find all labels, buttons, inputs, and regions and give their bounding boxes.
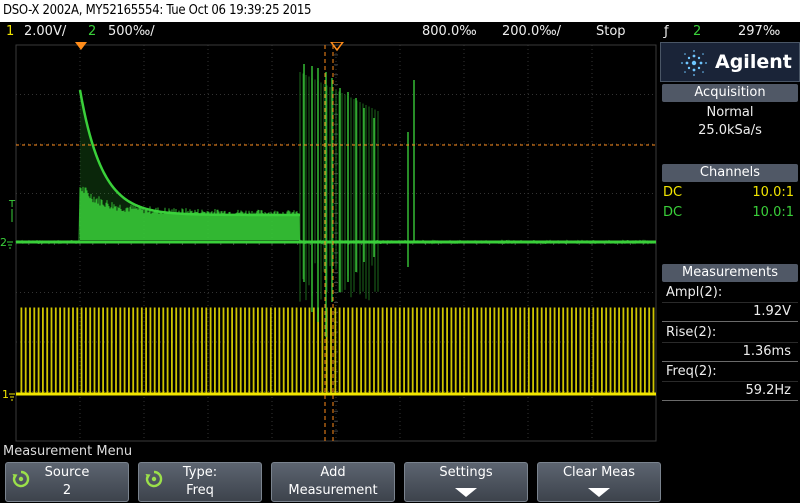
waveform-display[interactable]: 1 2 T: [0, 42, 660, 442]
title-bar: DSO-X 2002A, MY52165554: Tue Oct 06 19:3…: [0, 0, 800, 22]
side-panel: Agilent Acquisition Normal 25.0kSa/s Cha…: [660, 42, 800, 442]
run-state[interactable]: Stop: [596, 22, 626, 42]
measurement-box-rise: 1.36ms: [662, 342, 798, 362]
measurement-label-rise: Rise(2):: [666, 325, 717, 340]
ch2-probe: 10.0:1: [752, 205, 794, 220]
measurement-box-freq: 59.2Hz: [662, 381, 798, 401]
measurement-label-ampl: Ampl(2):: [666, 285, 723, 300]
ch1-coupling: DC: [663, 185, 683, 200]
type-softkey-value: Freq: [186, 483, 214, 498]
submenu-arrow-icon: [455, 488, 477, 497]
sample-rate: 25.0kSa/s: [698, 123, 762, 138]
agilent-spark-icon: [681, 50, 707, 76]
add-softkey-label: Add: [320, 465, 346, 480]
acquisition-mode: Normal: [706, 105, 754, 120]
settings-softkey[interactable]: Settings: [404, 462, 528, 502]
clear-meas-softkey-label: Clear Meas: [562, 465, 636, 480]
channels-header[interactable]: Channels: [662, 164, 798, 182]
source-softkey-label: Source: [44, 465, 90, 480]
trigger-level-marker: T: [8, 199, 16, 210]
ch2-coupling: DC: [663, 205, 683, 220]
ch1-number[interactable]: 1: [6, 22, 14, 42]
trigger-edge-icon: ƒ: [664, 24, 669, 39]
measurement-box-ampl: 1.92V: [662, 302, 798, 322]
brand-logo: Agilent: [660, 42, 800, 82]
settings-softkey-label: Settings: [439, 465, 493, 480]
acquisition-header[interactable]: Acquisition: [662, 84, 798, 102]
ch2-scale[interactable]: 500‰/: [108, 22, 155, 42]
softkey-menu: Measurement Menu Source 2 Type: Freq Add…: [0, 442, 800, 503]
ch1-scale[interactable]: 2.00V/: [24, 22, 66, 42]
measurement-label-freq: Freq(2):: [666, 364, 717, 379]
add-measurement-softkey[interactable]: Add Measurement: [271, 462, 395, 502]
type-softkey-label: Type:: [182, 465, 218, 480]
status-bar: 1 2.00V/ 2 500‰/ 800.0‰ 200.0‰/ Stop ƒ 2…: [0, 22, 800, 42]
submenu-arrow-icon: [588, 488, 610, 497]
add-softkey-sublabel: Measurement: [288, 483, 378, 498]
measurement-value-freq: 59.2Hz: [745, 383, 791, 398]
type-softkey[interactable]: Type: Freq: [138, 462, 262, 502]
measurement-value-ampl: 1.92V: [753, 304, 791, 319]
measurements-header[interactable]: Measurements: [662, 264, 798, 282]
brand-name: Agilent: [715, 51, 792, 73]
ch1-probe: 10.0:1: [752, 185, 794, 200]
trigger-level[interactable]: 297‰: [738, 22, 780, 42]
clear-meas-softkey[interactable]: Clear Meas: [537, 462, 661, 502]
source-softkey[interactable]: Source 2: [5, 462, 129, 502]
time-scale[interactable]: 800.0‰: [422, 22, 477, 42]
ch2-ground-marker: 2: [0, 236, 7, 249]
ch2-number[interactable]: 2: [88, 22, 96, 42]
ch1-ground-marker: 1: [2, 388, 9, 401]
measurement-value-rise: 1.36ms: [742, 344, 791, 359]
menu-title: Measurement Menu: [3, 444, 133, 459]
delay-value[interactable]: 200.0‰/: [502, 22, 561, 42]
trigger-source[interactable]: 2: [693, 22, 701, 42]
source-softkey-value: 2: [62, 483, 72, 498]
